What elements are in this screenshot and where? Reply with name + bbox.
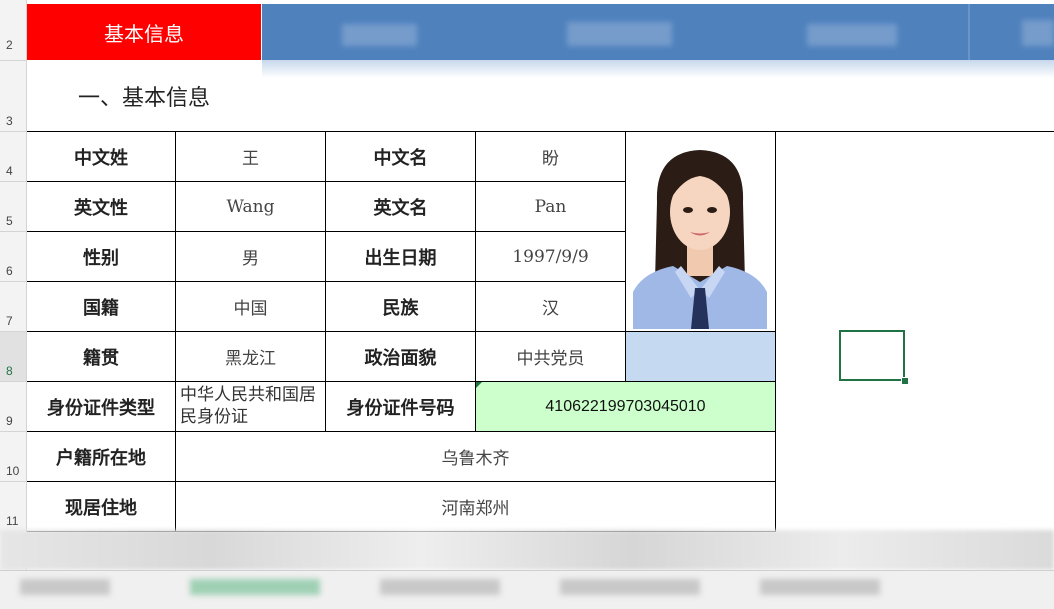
id-photo[interactable] (633, 142, 767, 329)
value-current-address[interactable]: 河南郑州 (176, 482, 775, 531)
value-gender[interactable]: 男 (176, 232, 325, 281)
value-givenname-en[interactable]: Pan (476, 182, 625, 231)
portrait-icon (633, 150, 767, 329)
label-id-number[interactable]: 身份证件号码 (326, 382, 475, 431)
value-id-number[interactable]: 410622199703045010 (476, 382, 775, 431)
section-title[interactable]: 一、基本信息 (78, 80, 210, 112)
blurred-text (807, 24, 897, 46)
banner-shadow (262, 60, 1054, 78)
active-cell-selection[interactable] (839, 330, 905, 381)
value-birthdate[interactable]: 1997/9/9 (476, 232, 625, 281)
blurred-bottom-area (0, 530, 1054, 570)
banner-title-cell[interactable]: 基本信息 (27, 4, 261, 60)
row-number[interactable]: 5 (0, 214, 26, 228)
value-political-status[interactable]: 中共党员 (476, 332, 625, 381)
blurred-text (190, 579, 320, 595)
value-givenname-cn[interactable]: 盼 (476, 132, 625, 181)
banner-blurred-area (262, 4, 1054, 60)
row-number[interactable]: 7 (0, 314, 26, 328)
label-current-address[interactable]: 现居住地 (27, 482, 175, 531)
value-ethnicity[interactable]: 汉 (476, 282, 625, 331)
blurred-text (560, 579, 700, 595)
label-household-address[interactable]: 户籍所在地 (27, 432, 175, 481)
blurred-text (20, 579, 110, 595)
value-nationality[interactable]: 中国 (176, 282, 325, 331)
value-id-type[interactable]: 中华人民共和国居民身份证 (180, 384, 325, 428)
row-number-selected[interactable]: 8 (0, 332, 26, 381)
sheet-tab-bar (0, 570, 1054, 609)
label-surname-cn[interactable]: 中文姓 (27, 132, 175, 181)
blurred-text (380, 579, 500, 595)
row-number[interactable]: 4 (0, 164, 26, 178)
row-number[interactable]: 11 (0, 514, 26, 528)
label-surname-en[interactable]: 英文性 (27, 182, 175, 231)
row-number[interactable]: 6 (0, 264, 26, 278)
fill-handle[interactable] (901, 377, 909, 385)
label-native-place[interactable]: 籍贯 (27, 332, 175, 381)
value-native-place[interactable]: 黑龙江 (176, 332, 325, 381)
row-number[interactable]: 9 (0, 414, 26, 428)
blurred-text (760, 579, 880, 595)
value-surname-en[interactable]: Wang (176, 182, 325, 231)
blurred-text (342, 24, 417, 46)
label-birthdate[interactable]: 出生日期 (326, 232, 475, 281)
label-political-status[interactable]: 政治面貌 (326, 332, 475, 381)
blurred-text (1022, 20, 1054, 46)
label-ethnicity[interactable]: 民族 (326, 282, 475, 331)
label-id-type[interactable]: 身份证件类型 (27, 382, 175, 431)
blurred-text (567, 22, 672, 46)
row-number[interactable]: 3 (0, 114, 26, 128)
row-number[interactable]: 10 (0, 464, 26, 478)
value-surname-cn[interactable]: 王 (176, 132, 325, 181)
row-header-column[interactable]: 2 3 4 5 6 7 8 9 10 11 (0, 0, 27, 570)
photo-blank-cell[interactable] (626, 332, 775, 381)
label-givenname-en[interactable]: 英文名 (326, 182, 475, 231)
label-nationality[interactable]: 国籍 (27, 282, 175, 331)
row-number[interactable]: 2 (0, 38, 26, 52)
banner-separator (968, 4, 970, 60)
label-gender[interactable]: 性别 (27, 232, 175, 281)
label-givenname-cn[interactable]: 中文名 (326, 132, 475, 181)
value-household-address[interactable]: 乌鲁木齐 (176, 432, 775, 481)
